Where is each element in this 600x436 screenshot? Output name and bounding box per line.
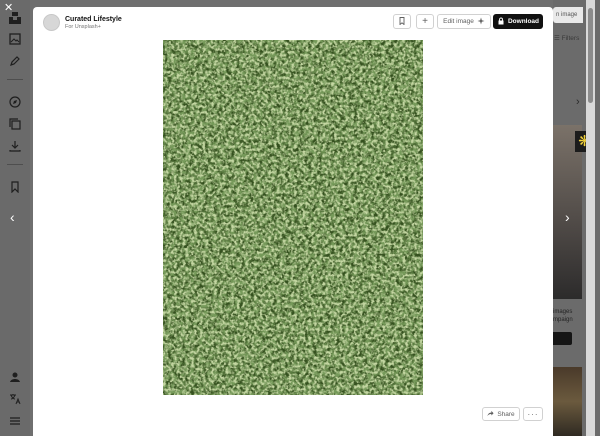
author-name[interactable]: Curated Lifestyle [65, 15, 122, 24]
edit-label: Edit image [443, 18, 474, 25]
promo-text: images mpaign [553, 309, 573, 323]
unsplash-logo-icon[interactable] [8, 11, 22, 25]
language-icon[interactable] [8, 392, 22, 406]
share-arrow-icon [487, 410, 494, 419]
previous-image-arrow[interactable]: ‹ [10, 210, 15, 224]
lock-icon [497, 17, 505, 27]
filters-button[interactable]: ☰ Filters [554, 34, 579, 42]
promo-button[interactable] [553, 332, 572, 345]
search-pill[interactable]: n image [553, 7, 583, 23]
share-label: Share [497, 410, 515, 418]
menu-icon[interactable] [8, 414, 22, 428]
plus-icon: + [422, 16, 428, 27]
sparkle-icon [477, 17, 485, 27]
bookmark-button[interactable] [393, 14, 411, 29]
herbs-image [163, 40, 423, 395]
photo-modal: Curated Lifestyle For Unsplash+ + Edit i… [33, 7, 553, 436]
edit-image-button[interactable]: Edit image [437, 14, 491, 29]
bookmark-sidebar-icon[interactable] [8, 180, 22, 194]
compass-icon[interactable] [8, 95, 22, 109]
download-label: Download [507, 18, 540, 25]
collections-icon[interactable] [8, 117, 22, 131]
sidebar-divider [7, 164, 23, 165]
add-to-collection-button[interactable]: + [416, 14, 434, 29]
user-icon[interactable] [8, 370, 22, 384]
author-subtitle[interactable]: For Unsplash+ [65, 24, 122, 31]
download-icon[interactable] [8, 139, 22, 153]
scroll-right-icon[interactable]: › [576, 95, 580, 109]
more-options-button[interactable]: ··· [523, 407, 543, 421]
share-button[interactable]: Share [482, 407, 520, 421]
bookmark-icon [398, 16, 406, 27]
author-info[interactable]: Curated Lifestyle For Unsplash+ [43, 14, 122, 31]
main-photo[interactable] [163, 40, 423, 395]
sidebar-divider [7, 79, 23, 80]
background-thumbnail[interactable] [553, 367, 582, 436]
image-icon[interactable] [8, 32, 22, 46]
scrollbar-thumb[interactable] [588, 8, 593, 103]
download-button[interactable]: Download [493, 14, 543, 29]
pen-icon[interactable] [8, 54, 22, 68]
avatar[interactable] [43, 14, 60, 31]
next-image-arrow[interactable]: › [565, 210, 570, 224]
